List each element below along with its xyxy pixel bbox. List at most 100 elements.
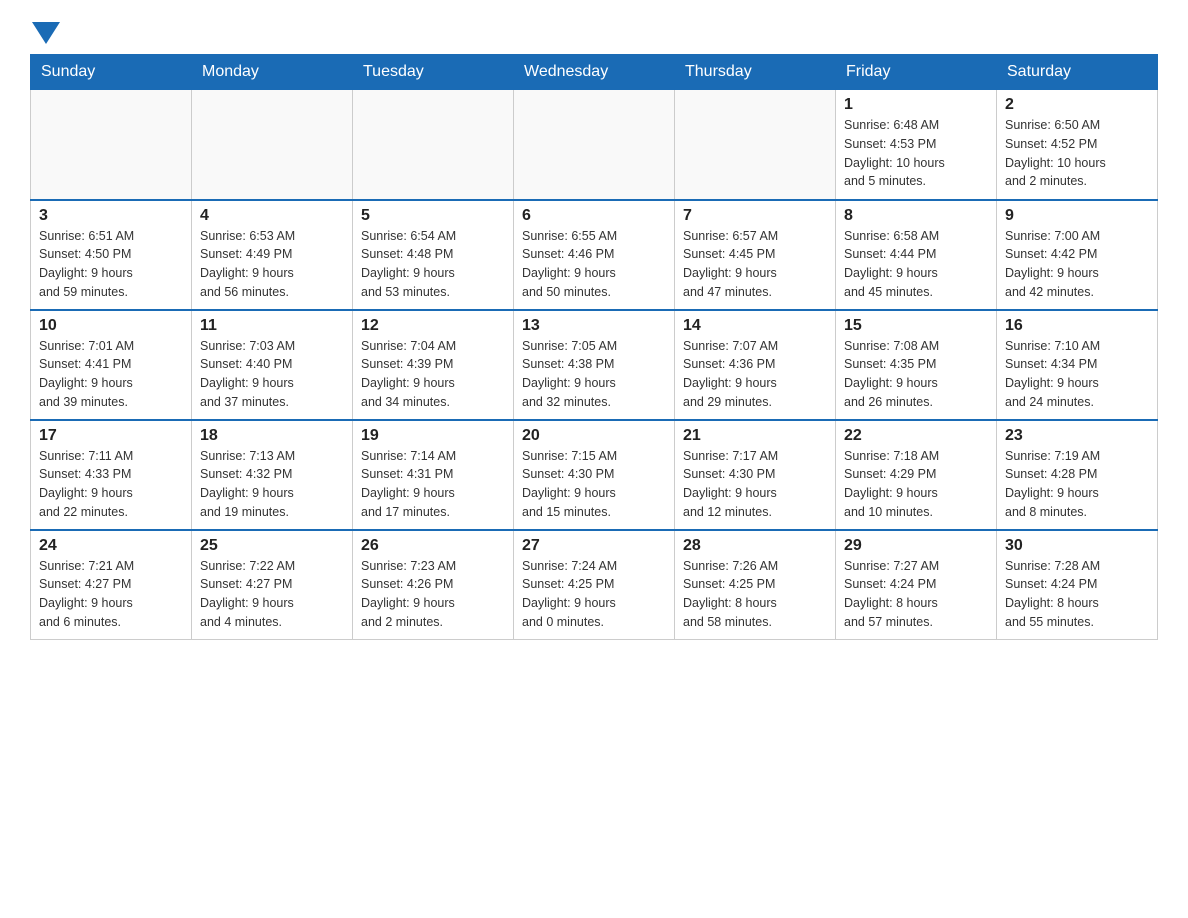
calendar-cell bbox=[31, 90, 192, 200]
day-number: 3 bbox=[39, 207, 183, 225]
day-info: Sunrise: 6:50 AM Sunset: 4:52 PM Dayligh… bbox=[1005, 116, 1149, 191]
day-info: Sunrise: 7:14 AM Sunset: 4:31 PM Dayligh… bbox=[361, 447, 505, 522]
day-info: Sunrise: 7:13 AM Sunset: 4:32 PM Dayligh… bbox=[200, 447, 344, 522]
header-tuesday: Tuesday bbox=[353, 55, 514, 90]
day-number: 13 bbox=[522, 317, 666, 335]
header-thursday: Thursday bbox=[675, 55, 836, 90]
day-info: Sunrise: 6:55 AM Sunset: 4:46 PM Dayligh… bbox=[522, 227, 666, 302]
day-number: 14 bbox=[683, 317, 827, 335]
calendar-cell: 4 Sunrise: 6:53 AM Sunset: 4:49 PM Daylig… bbox=[192, 200, 353, 310]
day-info: Sunrise: 7:22 AM Sunset: 4:27 PM Dayligh… bbox=[200, 557, 344, 632]
day-info: Sunrise: 7:18 AM Sunset: 4:29 PM Dayligh… bbox=[844, 447, 988, 522]
calendar-cell: 21Sunrise: 7:17 AM Sunset: 4:30 PM Dayli… bbox=[675, 420, 836, 530]
calendar-cell: 20 Sunrise: 7:15 AM Sunset: 4:30 PM Dayli… bbox=[514, 420, 675, 530]
calendar-cell: 13 Sunrise: 7:05 AM Sunset: 4:38 PM Dayli… bbox=[514, 310, 675, 420]
calendar-cell: 25 Sunrise: 7:22 AM Sunset: 4:27 PM Dayli… bbox=[192, 530, 353, 640]
calendar-cell: 10 Sunrise: 7:01 AM Sunset: 4:41 PM Dayli… bbox=[31, 310, 192, 420]
calendar-cell bbox=[192, 90, 353, 200]
calendar-cell: 26 Sunrise: 7:23 AM Sunset: 4:26 PM Dayli… bbox=[353, 530, 514, 640]
day-number: 4 bbox=[200, 207, 344, 225]
calendar-cell: 14 Sunrise: 7:07 AM Sunset: 4:36 PM Dayli… bbox=[675, 310, 836, 420]
calendar-cell: 6 Sunrise: 6:55 AM Sunset: 4:46 PM Daylig… bbox=[514, 200, 675, 310]
day-number: 12 bbox=[361, 317, 505, 335]
day-number: 27 bbox=[522, 537, 666, 555]
calendar-cell: 5 Sunrise: 6:54 AM Sunset: 4:48 PM Daylig… bbox=[353, 200, 514, 310]
calendar-cell: 2 Sunrise: 6:50 AM Sunset: 4:52 PM Daylig… bbox=[997, 90, 1158, 200]
week-row-1: 1Sunrise: 6:48 AM Sunset: 4:53 PM Daylig… bbox=[31, 90, 1158, 200]
day-info: Sunrise: 7:21 AM Sunset: 4:27 PM Dayligh… bbox=[39, 557, 183, 632]
day-info: Sunrise: 6:57 AM Sunset: 4:45 PM Dayligh… bbox=[683, 227, 827, 302]
calendar-cell: 9 Sunrise: 7:00 AM Sunset: 4:42 PM Daylig… bbox=[997, 200, 1158, 310]
calendar-cell: 22 Sunrise: 7:18 AM Sunset: 4:29 PM Dayli… bbox=[836, 420, 997, 530]
calendar-cell: 3 Sunrise: 6:51 AM Sunset: 4:50 PM Daylig… bbox=[31, 200, 192, 310]
day-info: Sunrise: 6:51 AM Sunset: 4:50 PM Dayligh… bbox=[39, 227, 183, 302]
header-monday: Monday bbox=[192, 55, 353, 90]
day-info: Sunrise: 6:54 AM Sunset: 4:48 PM Dayligh… bbox=[361, 227, 505, 302]
header-saturday: Saturday bbox=[997, 55, 1158, 90]
day-number: 26 bbox=[361, 537, 505, 555]
day-number: 11 bbox=[200, 317, 344, 335]
week-row-4: 17 Sunrise: 7:11 AM Sunset: 4:33 PM Dayli… bbox=[31, 420, 1158, 530]
day-info: Sunrise: 6:53 AM Sunset: 4:49 PM Dayligh… bbox=[200, 227, 344, 302]
day-info: Sunrise: 7:10 AM Sunset: 4:34 PM Dayligh… bbox=[1005, 337, 1149, 412]
calendar-cell: 29Sunrise: 7:27 AM Sunset: 4:24 PM Dayli… bbox=[836, 530, 997, 640]
day-number: 6 bbox=[522, 207, 666, 225]
day-number: 7 bbox=[683, 207, 827, 225]
day-number: 9 bbox=[1005, 207, 1149, 225]
day-info: Sunrise: 7:26 AM Sunset: 4:25 PM Dayligh… bbox=[683, 557, 827, 632]
day-number: 20 bbox=[522, 427, 666, 445]
day-number: 18 bbox=[200, 427, 344, 445]
calendar-cell: 12 Sunrise: 7:04 AM Sunset: 4:39 PM Dayli… bbox=[353, 310, 514, 420]
calendar-cell: 16 Sunrise: 7:10 AM Sunset: 4:34 PM Dayli… bbox=[997, 310, 1158, 420]
day-number: 10 bbox=[39, 317, 183, 335]
week-row-5: 24 Sunrise: 7:21 AM Sunset: 4:27 PM Dayli… bbox=[31, 530, 1158, 640]
calendar-cell: 19Sunrise: 7:14 AM Sunset: 4:31 PM Dayli… bbox=[353, 420, 514, 530]
day-number: 15 bbox=[844, 317, 988, 335]
week-row-3: 10 Sunrise: 7:01 AM Sunset: 4:41 PM Dayli… bbox=[31, 310, 1158, 420]
calendar-cell: 23Sunrise: 7:19 AM Sunset: 4:28 PM Dayli… bbox=[997, 420, 1158, 530]
day-info: Sunrise: 7:23 AM Sunset: 4:26 PM Dayligh… bbox=[361, 557, 505, 632]
calendar-cell: 17 Sunrise: 7:11 AM Sunset: 4:33 PM Dayli… bbox=[31, 420, 192, 530]
day-info: Sunrise: 7:04 AM Sunset: 4:39 PM Dayligh… bbox=[361, 337, 505, 412]
calendar-cell: 28 Sunrise: 7:26 AM Sunset: 4:25 PM Dayli… bbox=[675, 530, 836, 640]
calendar-cell: 18 Sunrise: 7:13 AM Sunset: 4:32 PM Dayli… bbox=[192, 420, 353, 530]
day-number: 24 bbox=[39, 537, 183, 555]
day-info: Sunrise: 7:05 AM Sunset: 4:38 PM Dayligh… bbox=[522, 337, 666, 412]
day-info: Sunrise: 7:00 AM Sunset: 4:42 PM Dayligh… bbox=[1005, 227, 1149, 302]
calendar-cell: 30 Sunrise: 7:28 AM Sunset: 4:24 PM Dayli… bbox=[997, 530, 1158, 640]
day-number: 5 bbox=[361, 207, 505, 225]
calendar-table: SundayMondayTuesdayWednesdayThursdayFrid… bbox=[30, 54, 1158, 640]
logo-arrow-icon bbox=[32, 22, 60, 44]
day-number: 17 bbox=[39, 427, 183, 445]
day-number: 2 bbox=[1005, 96, 1149, 114]
day-number: 16 bbox=[1005, 317, 1149, 335]
day-info: Sunrise: 7:15 AM Sunset: 4:30 PM Dayligh… bbox=[522, 447, 666, 522]
day-number: 1 bbox=[844, 96, 988, 114]
day-info: Sunrise: 7:17 AM Sunset: 4:30 PM Dayligh… bbox=[683, 447, 827, 522]
day-number: 8 bbox=[844, 207, 988, 225]
week-row-2: 3 Sunrise: 6:51 AM Sunset: 4:50 PM Daylig… bbox=[31, 200, 1158, 310]
day-number: 22 bbox=[844, 427, 988, 445]
header-friday: Friday bbox=[836, 55, 997, 90]
day-info: Sunrise: 7:07 AM Sunset: 4:36 PM Dayligh… bbox=[683, 337, 827, 412]
day-number: 25 bbox=[200, 537, 344, 555]
day-number: 30 bbox=[1005, 537, 1149, 555]
day-info: Sunrise: 6:58 AM Sunset: 4:44 PM Dayligh… bbox=[844, 227, 988, 302]
day-number: 28 bbox=[683, 537, 827, 555]
calendar-cell: 8 Sunrise: 6:58 AM Sunset: 4:44 PM Daylig… bbox=[836, 200, 997, 310]
calendar-cell: 11 Sunrise: 7:03 AM Sunset: 4:40 PM Dayli… bbox=[192, 310, 353, 420]
day-number: 23 bbox=[1005, 427, 1149, 445]
calendar-cell bbox=[514, 90, 675, 200]
calendar-cell bbox=[675, 90, 836, 200]
weekday-header-row: SundayMondayTuesdayWednesdayThursdayFrid… bbox=[31, 55, 1158, 90]
day-info: Sunrise: 7:01 AM Sunset: 4:41 PM Dayligh… bbox=[39, 337, 183, 412]
header-wednesday: Wednesday bbox=[514, 55, 675, 90]
calendar-cell: 27Sunrise: 7:24 AM Sunset: 4:25 PM Dayli… bbox=[514, 530, 675, 640]
day-info: Sunrise: 7:11 AM Sunset: 4:33 PM Dayligh… bbox=[39, 447, 183, 522]
logo bbox=[30, 20, 60, 44]
calendar-cell: 1Sunrise: 6:48 AM Sunset: 4:53 PM Daylig… bbox=[836, 90, 997, 200]
day-info: Sunrise: 7:03 AM Sunset: 4:40 PM Dayligh… bbox=[200, 337, 344, 412]
day-number: 29 bbox=[844, 537, 988, 555]
day-info: Sunrise: 7:28 AM Sunset: 4:24 PM Dayligh… bbox=[1005, 557, 1149, 632]
calendar-cell: 7 Sunrise: 6:57 AM Sunset: 4:45 PM Daylig… bbox=[675, 200, 836, 310]
